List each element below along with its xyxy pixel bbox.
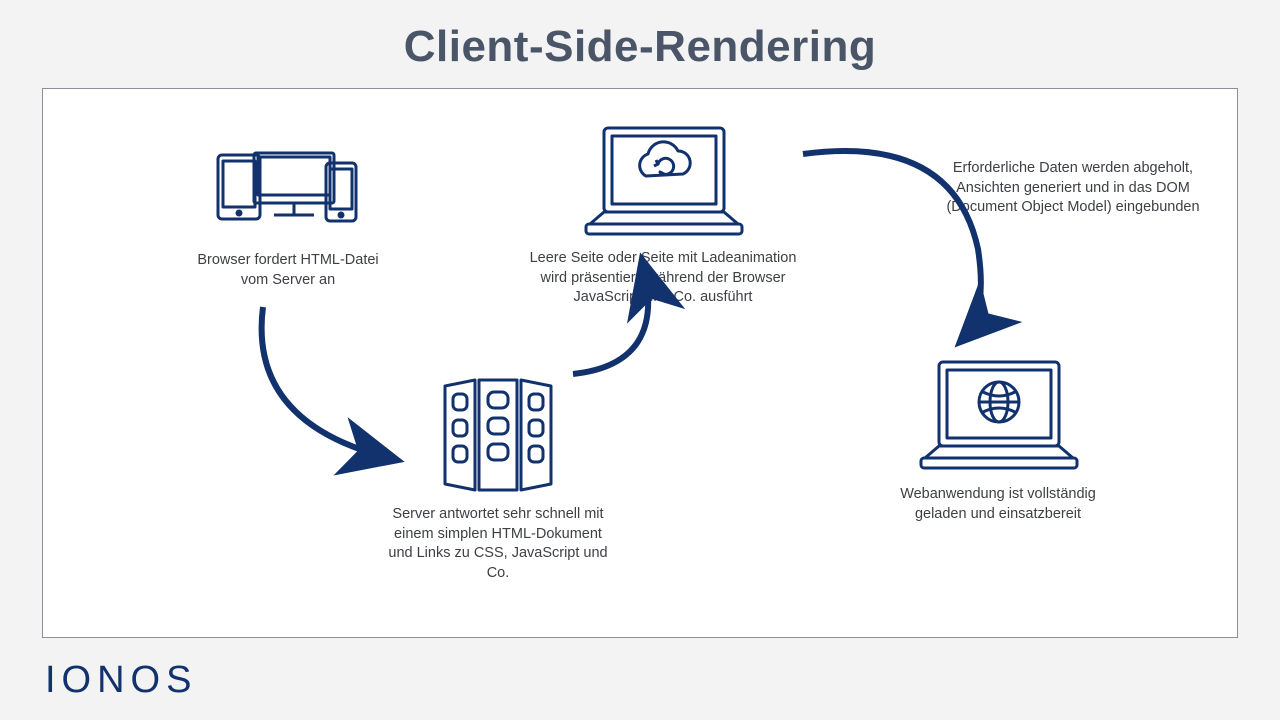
diagram-title: Client-Side-Rendering [0,0,1280,72]
laptop-loading-icon [513,115,813,245]
node-browser-request: Browser fordert HTML-Datei vom Server an [168,139,408,290]
node-caption: Browser fordert HTML-Datei vom Server an [168,247,408,290]
node-server-response: Server antwortet sehr schnell mit einem … [373,369,623,583]
devices-icon [168,139,408,247]
laptop-globe-icon [853,349,1143,479]
server-icon [373,369,623,499]
ionos-logo: IONOS [45,659,197,702]
node-caption: Server antwortet sehr schnell mit einem … [373,499,623,583]
node-caption: Erforderliche Daten werden abgeholt, Ans… [943,159,1203,218]
node-loaded-app: Webanwendung ist vollständig geladen und… [853,349,1143,524]
node-dom-binding: Erforderliche Daten werden abgeholt, Ans… [943,159,1203,218]
node-caption: Leere Seite oder Seite mit Ladeanimation… [513,245,813,308]
node-caption: Webanwendung ist vollständig geladen und… [853,479,1143,524]
node-loading-page: Leere Seite oder Seite mit Ladeanimation… [513,115,813,308]
diagram-frame: Browser fordert HTML-Datei vom Server an [42,88,1238,638]
